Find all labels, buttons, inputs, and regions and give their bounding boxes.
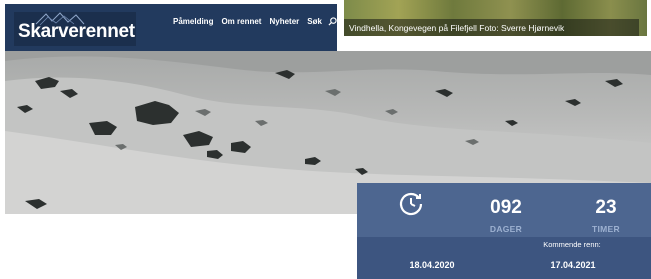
nav-item-om-rennet[interactable]: Om rennet [221, 17, 261, 26]
nav-item-sok[interactable]: Søk [307, 17, 322, 26]
featured-photo-container: Vindhella, Kongevegen på Filefjell Foto:… [340, 0, 651, 51]
search-icon[interactable] [328, 17, 337, 26]
site-logo[interactable]: Skarverennet [14, 12, 136, 46]
photo-caption: Vindhella, Kongevegen på Filefjell Foto:… [349, 23, 565, 33]
next-race-date: 17.04.2021 [550, 260, 596, 270]
nav-item-nyheter[interactable]: Nyheter [269, 17, 299, 26]
last-race-date: 18.04.2020 [409, 260, 455, 270]
next-race-label: Kommende renn: [543, 240, 601, 249]
nav-item-pamelding[interactable]: Påmelding [173, 17, 213, 26]
logo-text: Skarverennet [18, 21, 135, 42]
countdown-panel: 092 DAGER 23 TIMER Kommende renn: 18.04.… [357, 183, 651, 279]
main-nav: Påmelding Om rennet Nyheter Søk [173, 17, 337, 26]
header-navbar: Skarverennet Påmelding Om rennet Nyheter… [5, 4, 337, 51]
clock-icon [399, 192, 423, 216]
countdown-hours-value: 23 [595, 197, 617, 218]
countdown-days-label: DAGER [489, 224, 523, 234]
countdown-hours-label: TIMER [592, 224, 620, 234]
countdown-days-value: 092 [490, 197, 522, 218]
